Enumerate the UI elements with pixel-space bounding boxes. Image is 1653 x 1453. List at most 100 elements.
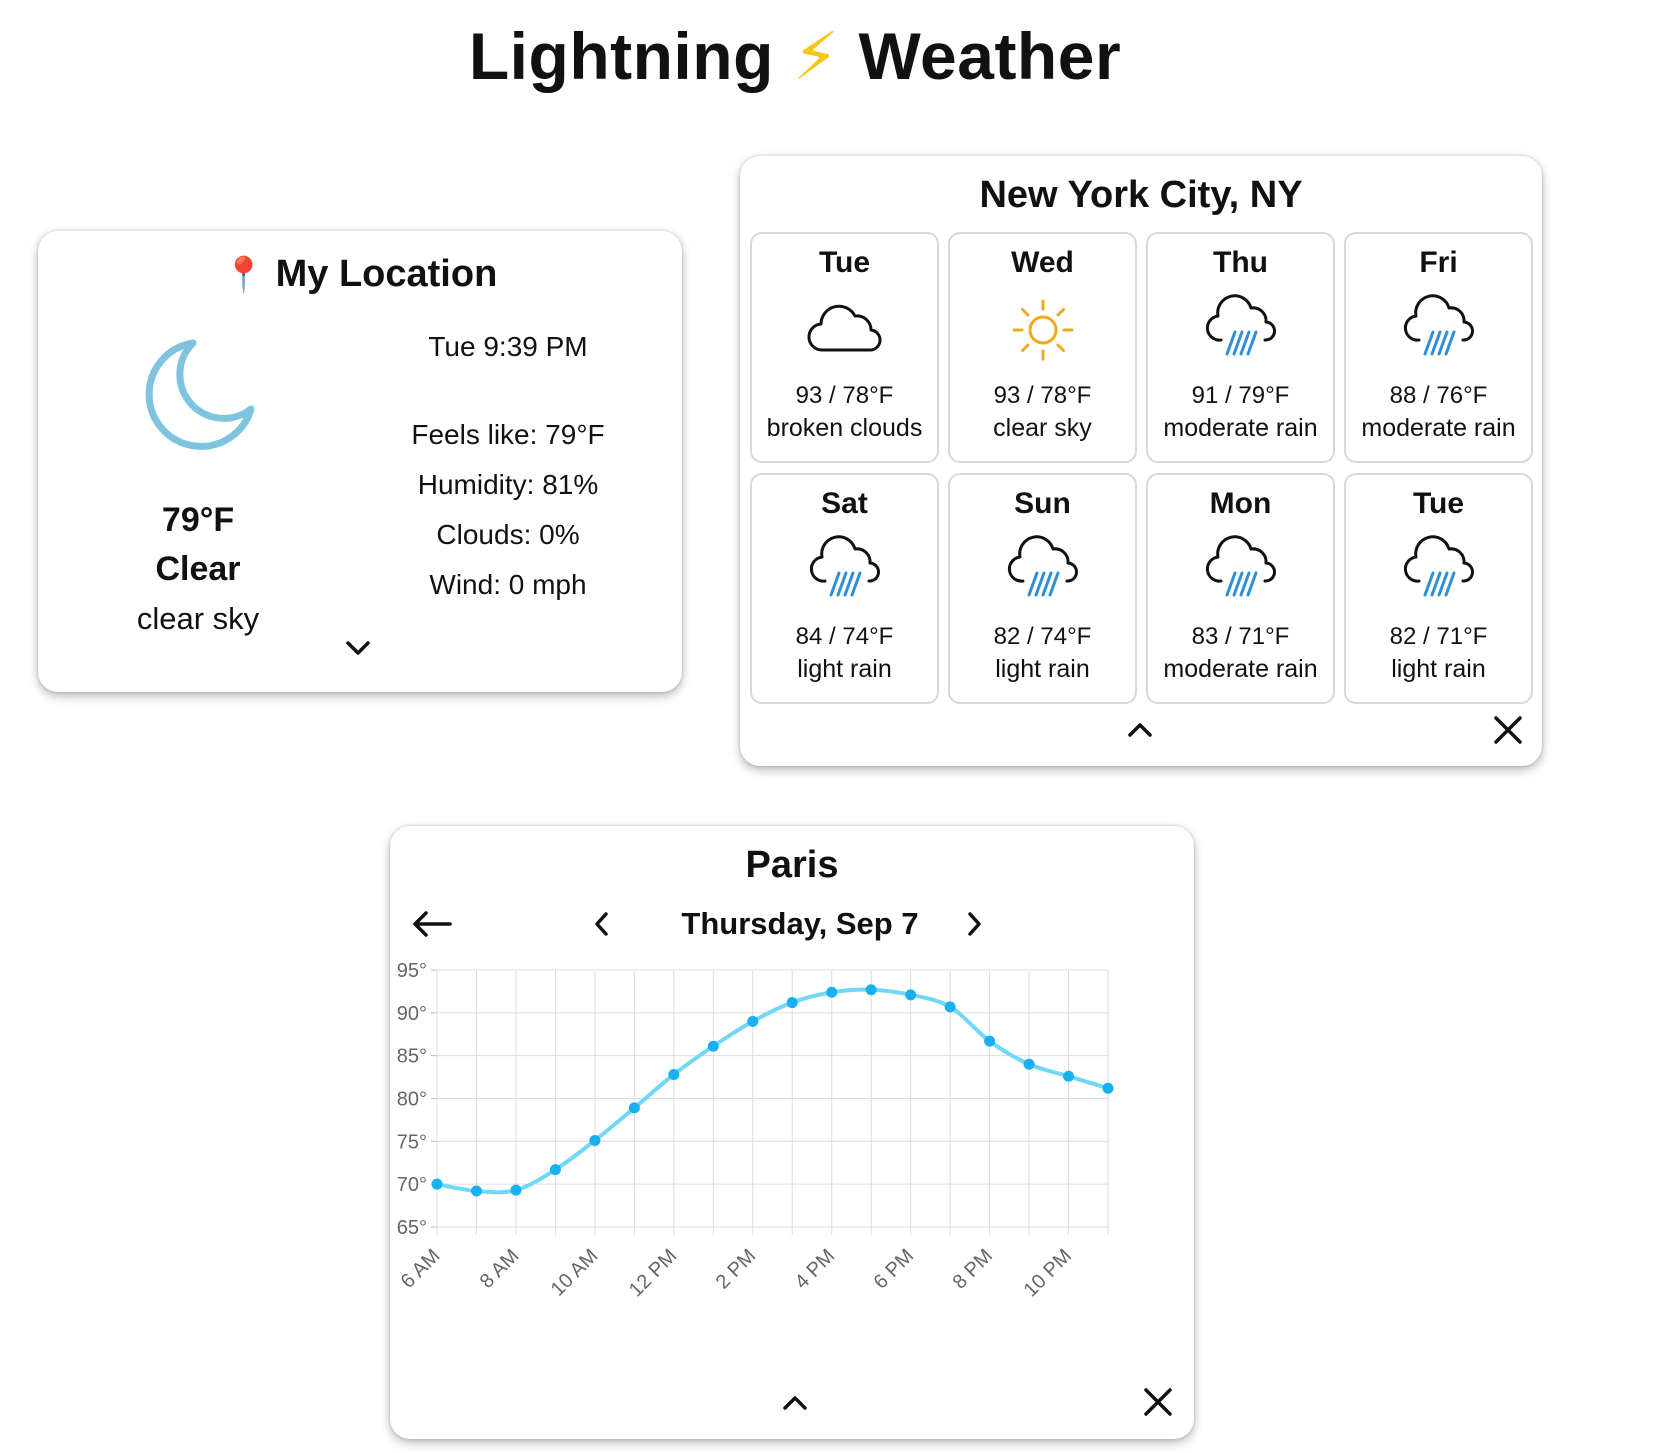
forecast-day-name: Wed	[1011, 246, 1074, 279]
current-temperature: 79°F	[161, 501, 235, 539]
app-title-left: Lightning	[468, 19, 774, 93]
temperature-point	[786, 997, 798, 1009]
forecast-day-name: Tue	[1412, 487, 1465, 520]
temperature-point	[1063, 1070, 1075, 1082]
x-tick-label: 10 PM	[1020, 1245, 1076, 1301]
current-description: clear sky	[136, 601, 260, 636]
close-icon[interactable]	[1142, 1386, 1174, 1418]
y-tick-label: 80°	[397, 1089, 427, 1111]
nyc-title: New York City, NY	[979, 174, 1303, 216]
forecast-day-tile[interactable]: Sun 82 / 74°F light rain	[948, 473, 1137, 704]
y-tick-label: 70°	[397, 1174, 427, 1196]
y-tick-label: 75°	[397, 1131, 427, 1153]
clouds: Clouds: 0%	[436, 519, 580, 550]
temperature-point	[826, 986, 838, 998]
forecast-day-desc: broken clouds	[766, 414, 923, 442]
x-tick-label: 6 AM	[397, 1245, 445, 1293]
sun-icon	[950, 284, 1135, 376]
temperature-point	[589, 1134, 601, 1146]
rain-cloud-icon	[752, 525, 937, 617]
temperature-point	[668, 1069, 680, 1081]
current-condition: Clear	[155, 550, 241, 588]
current-conditions: 79°F Clear clear sky	[78, 331, 318, 637]
forecast-day-temps: 91 / 79°F	[1191, 382, 1290, 409]
temperature-point	[944, 1001, 956, 1013]
forecast-day-temps: 88 / 76°F	[1389, 382, 1488, 409]
forecast-day-desc: light rain	[995, 655, 1090, 683]
x-tick-label: 8 AM	[476, 1245, 524, 1293]
wind: Wind: 0 mph	[429, 569, 587, 600]
forecast-day-temps: 93 / 78°F	[795, 382, 894, 409]
forecast-day-tile[interactable]: Fri 88 / 76°F moderate rain	[1344, 232, 1533, 463]
y-tick-label: 65°	[397, 1217, 427, 1239]
x-tick-label: 8 PM	[949, 1245, 998, 1294]
feels-like: Feels like: 79°F	[411, 419, 605, 450]
forecast-day-name: Fri	[1419, 246, 1458, 279]
temperature-point	[905, 989, 917, 1001]
temperature-point	[628, 1102, 640, 1114]
forecast-day-desc: moderate rain	[1163, 655, 1318, 683]
forecast-day-name: Thu	[1213, 246, 1268, 279]
chevron-down-icon[interactable]	[343, 636, 373, 660]
forecast-day-tile[interactable]: Sat 84 / 74°F light rain	[750, 473, 939, 704]
temperature-point	[747, 1015, 759, 1027]
rain-cloud-icon	[1148, 284, 1333, 376]
rain-cloud-icon	[1148, 525, 1333, 617]
chevron-up-icon[interactable]	[780, 1391, 810, 1415]
humidity: Humidity: 81%	[417, 469, 599, 500]
forecast-day-desc: moderate rain	[1361, 414, 1516, 442]
temperature-point	[865, 984, 877, 996]
temperature-point	[549, 1164, 561, 1176]
rain-cloud-icon	[1346, 284, 1531, 376]
cloud-icon	[752, 284, 937, 376]
forecast-day-name: Sun	[1014, 487, 1071, 520]
close-icon[interactable]	[1492, 714, 1524, 746]
x-tick-label: 2 PM	[712, 1245, 761, 1294]
rain-cloud-icon	[1346, 525, 1531, 617]
local-time: Tue 9:39 PM	[428, 331, 588, 362]
rain-cloud-icon	[950, 525, 1135, 617]
app-title-right: Weather	[858, 19, 1122, 93]
x-tick-label: 12 PM	[625, 1245, 681, 1301]
app-title: Lightning ⚡ Weather	[0, 18, 1590, 95]
x-tick-label: 4 PM	[791, 1245, 840, 1294]
forecast-grid: Tue 93 / 78°F broken clouds Wed 93 / 78°F cle…	[750, 232, 1533, 704]
forecast-day-desc: clear sky	[993, 414, 1092, 442]
forecast-day-tile[interactable]: Thu 91 / 79°F moderate rain	[1146, 232, 1335, 463]
forecast-day-name: Tue	[818, 246, 871, 279]
moon-icon	[78, 331, 318, 461]
map-pin-icon: 📍	[222, 256, 266, 294]
forecast-day-name: Sat	[821, 487, 868, 520]
forecast-day-temps: 82 / 74°F	[993, 623, 1092, 650]
my-location-title-text: My Location	[275, 253, 498, 295]
temperature-point	[984, 1035, 996, 1047]
chevron-up-icon[interactable]	[1125, 718, 1155, 742]
forecast-day-desc: light rain	[797, 655, 892, 683]
forecast-day-temps: 82 / 71°F	[1389, 623, 1488, 650]
hourly-temperature-chart: 65° 70° 75° 80° 85° 90° 95° 6 AM 8 AM 10 AM 12 PM 2…	[397, 960, 1114, 1301]
temperature-point	[470, 1185, 482, 1197]
forecast-day-temps: 84 / 74°F	[795, 623, 894, 650]
y-tick-label: 90°	[397, 1003, 427, 1025]
temperature-point	[1102, 1082, 1114, 1094]
forecast-day-desc: moderate rain	[1163, 414, 1318, 442]
current-details: Tue 9:39 PM Feels like: 79°F Humidity: 8…	[373, 331, 643, 619]
x-tick-label: 6 PM	[870, 1245, 919, 1294]
my-location-card: 📍 My Location 79°F Clear clear sky Tue 9…	[38, 231, 682, 692]
forecast-day-tile[interactable]: Tue 93 / 78°F broken clouds	[750, 232, 939, 463]
forecast-day-tile[interactable]: Wed 93 / 78°F clear sky	[948, 232, 1137, 463]
forecast-day-tile[interactable]: Tue 82 / 71°F light rain	[1344, 473, 1533, 704]
temperature-point	[1023, 1058, 1035, 1070]
forecast-day-temps: 83 / 71°F	[1191, 623, 1290, 650]
y-tick-label: 95°	[397, 960, 427, 982]
forecast-day-desc: light rain	[1391, 655, 1486, 683]
temperature-line	[435, 987, 1110, 1195]
temperature-point	[707, 1040, 719, 1052]
lightning-bolt-icon: ⚡	[792, 19, 840, 93]
nyc-forecast-card: New York City, NY Tue 93 / 78°F broken clo…	[740, 156, 1542, 766]
paris-hourly-card: Paris Thursday, Sep 7 65° 70° 75° 80° 85° 90°…	[390, 826, 1194, 1439]
forecast-day-name: Mon	[1209, 487, 1272, 520]
temperature-point	[510, 1184, 522, 1196]
forecast-day-tile[interactable]: Mon 83 / 71°F moderate rain	[1146, 473, 1335, 704]
my-location-title: 📍 My Location	[38, 253, 682, 296]
